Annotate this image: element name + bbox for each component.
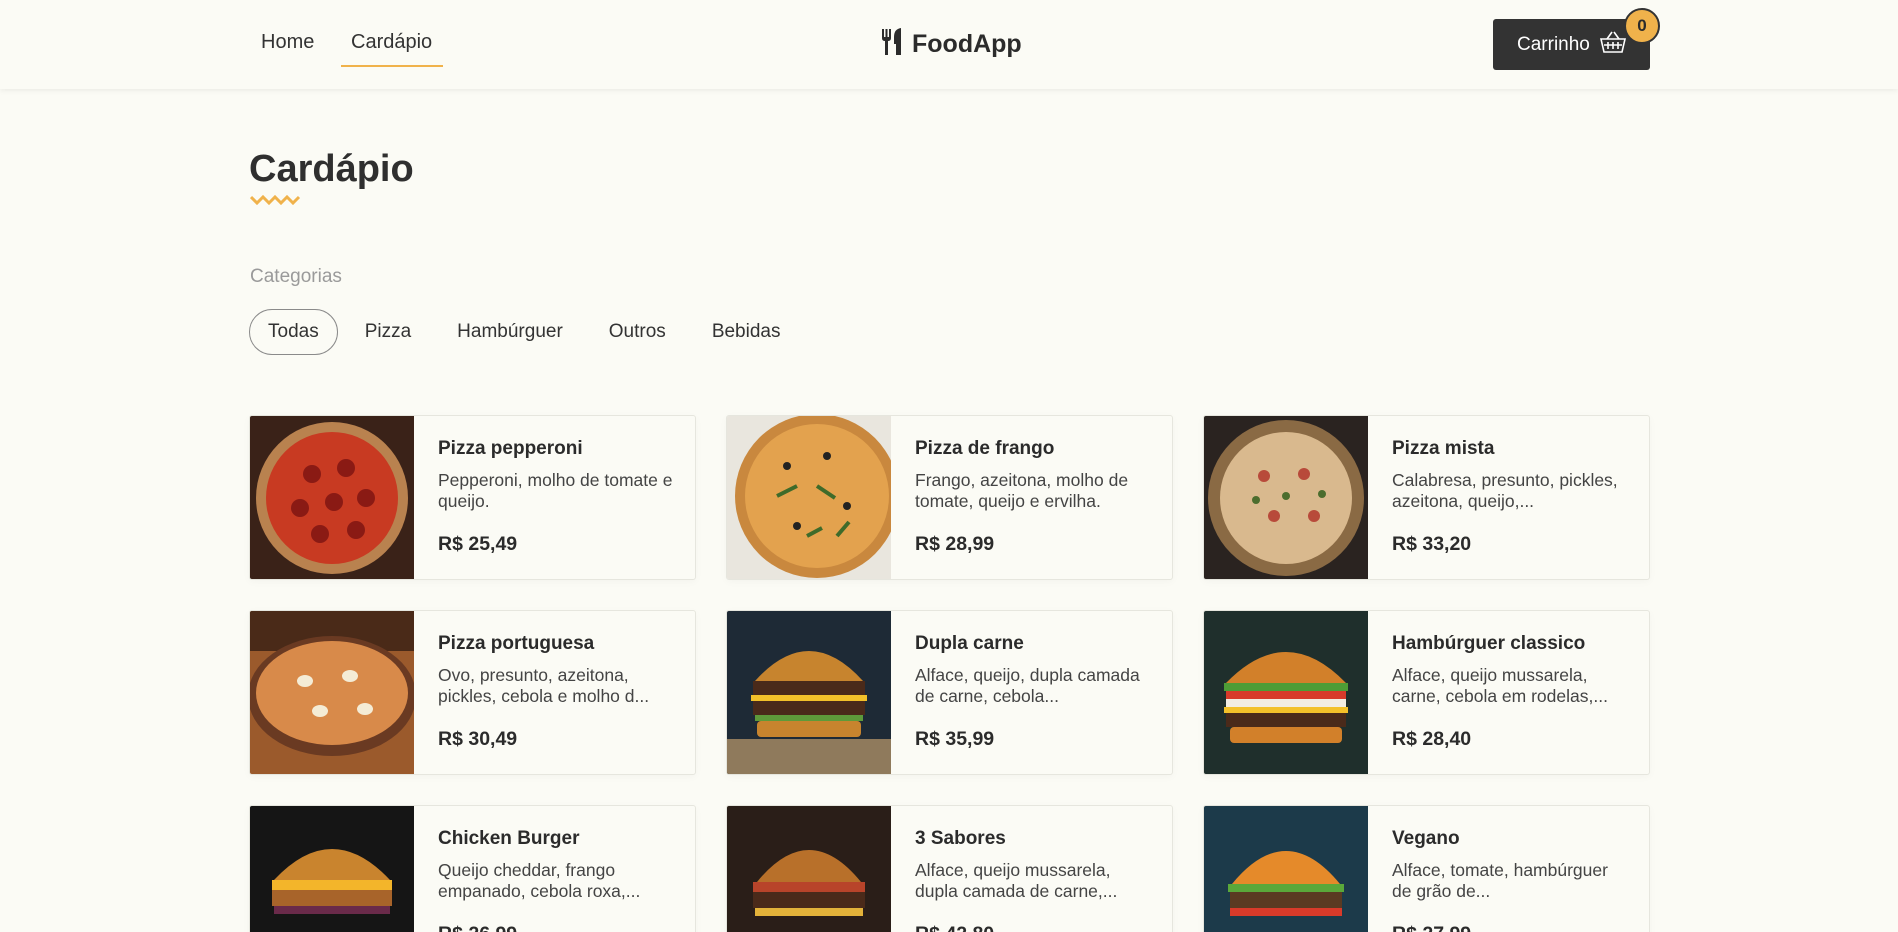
fork-knife-icon [880, 27, 904, 61]
product-price: R$ 27,99 [1392, 923, 1627, 932]
category-pizza[interactable]: Pizza [346, 309, 430, 355]
pizza-photo [1204, 416, 1368, 579]
product-card[interactable]: Pizza de frango Frango, azeitona, molho … [726, 415, 1173, 580]
product-card[interactable]: Pizza mista Calabresa, presunto, pickles… [1203, 415, 1650, 580]
product-price: R$ 42,80 [915, 923, 1150, 932]
active-nav-underline [341, 65, 443, 67]
burger-photo [1204, 611, 1368, 774]
product-price: R$ 28,99 [915, 533, 995, 555]
product-name: Vegano [1392, 828, 1460, 849]
product-description: Alface, queijo mussarela, dupla camada d… [915, 860, 1118, 901]
burger-photo [250, 806, 414, 932]
category-bebidas[interactable]: Bebidas [693, 309, 800, 355]
product-card[interactable]: Pizza pepperoni Pepperoni, molho de toma… [249, 415, 696, 580]
product-card[interactable]: Dupla carne Alface, queijo, dupla camada… [726, 610, 1173, 775]
product-description: Queijo cheddar, frango empanado, cebola … [438, 860, 641, 901]
category-outros[interactable]: Outros [590, 309, 685, 355]
category-hamburguer[interactable]: Hambúrguer [438, 309, 582, 355]
product-name: Pizza pepperoni [438, 438, 583, 459]
top-navbar: Home Cardápio FoodApp Carrinho 0 [0, 0, 1898, 89]
title-wave-underline [250, 194, 301, 205]
product-price: R$ 30,49 [438, 728, 518, 750]
brand-name: FoodApp [912, 29, 1022, 58]
product-name: 3 Sabores [915, 828, 1006, 849]
basket-icon [1599, 30, 1626, 59]
product-price: R$ 26,99 [438, 923, 673, 932]
brand-logo[interactable]: FoodApp [880, 26, 1022, 62]
product-name: Pizza de frango [915, 438, 1055, 459]
product-description: Pepperoni, molho de tomate e queijo. [438, 470, 673, 511]
burger-photo [727, 806, 891, 932]
product-grid: Pizza pepperoni Pepperoni, molho de toma… [249, 415, 1650, 932]
product-description: Alface, queijo, dupla camada de carne, c… [915, 665, 1140, 706]
pizza-photo [250, 416, 414, 579]
burger-photo [1204, 806, 1368, 932]
product-description: Alface, queijo mussarela, carne, cebola … [1392, 665, 1608, 706]
pizza-photo [250, 611, 414, 774]
category-filter-bar: Todas Pizza Hambúrguer Outros Bebidas [249, 309, 807, 355]
product-description: Calabresa, presunto, pickles, azeitona, … [1392, 470, 1618, 511]
product-description: Ovo, presunto, azeitona, pickles, cebola… [438, 665, 650, 706]
category-todas[interactable]: Todas [249, 309, 338, 355]
nav-home-link[interactable]: Home [261, 31, 314, 54]
product-name: Chicken Burger [438, 828, 580, 849]
product-name: Pizza portuguesa [438, 633, 595, 654]
product-price: R$ 35,99 [915, 728, 995, 750]
product-card[interactable]: Chicken Burger Queijo cheddar, frango em… [249, 805, 696, 932]
product-description: Frango, azeitona, molho de tomate, queij… [915, 470, 1129, 511]
product-name: Pizza mista [1392, 438, 1495, 459]
cart-count-badge: 0 [1624, 8, 1660, 44]
product-description: Alface, tomate, hambúrguer de grão de... [1392, 860, 1608, 901]
product-price: R$ 28,40 [1392, 728, 1472, 750]
product-price: R$ 33,20 [1392, 533, 1472, 555]
product-price: R$ 25,49 [438, 533, 518, 555]
nav-cardapio-link[interactable]: Cardápio [351, 31, 432, 54]
pizza-photo [727, 416, 891, 579]
product-name: Dupla carne [915, 633, 1024, 654]
burger-photo [727, 611, 891, 774]
product-card[interactable]: 3 Sabores Alface, queijo mussarela, dupl… [726, 805, 1173, 932]
page-title: Cardápio [249, 148, 414, 190]
product-name: Hambúrguer classico [1392, 633, 1586, 654]
cart-label: Carrinho [1517, 33, 1590, 55]
product-card[interactable]: Pizza portuguesa Ovo, presunto, azeitona… [249, 610, 696, 775]
product-card[interactable]: Hambúrguer classico Alface, queijo mussa… [1203, 610, 1650, 775]
categories-label: Categorias [250, 266, 342, 287]
product-card[interactable]: Vegano Alface, tomate, hambúrguer de grã… [1203, 805, 1650, 932]
